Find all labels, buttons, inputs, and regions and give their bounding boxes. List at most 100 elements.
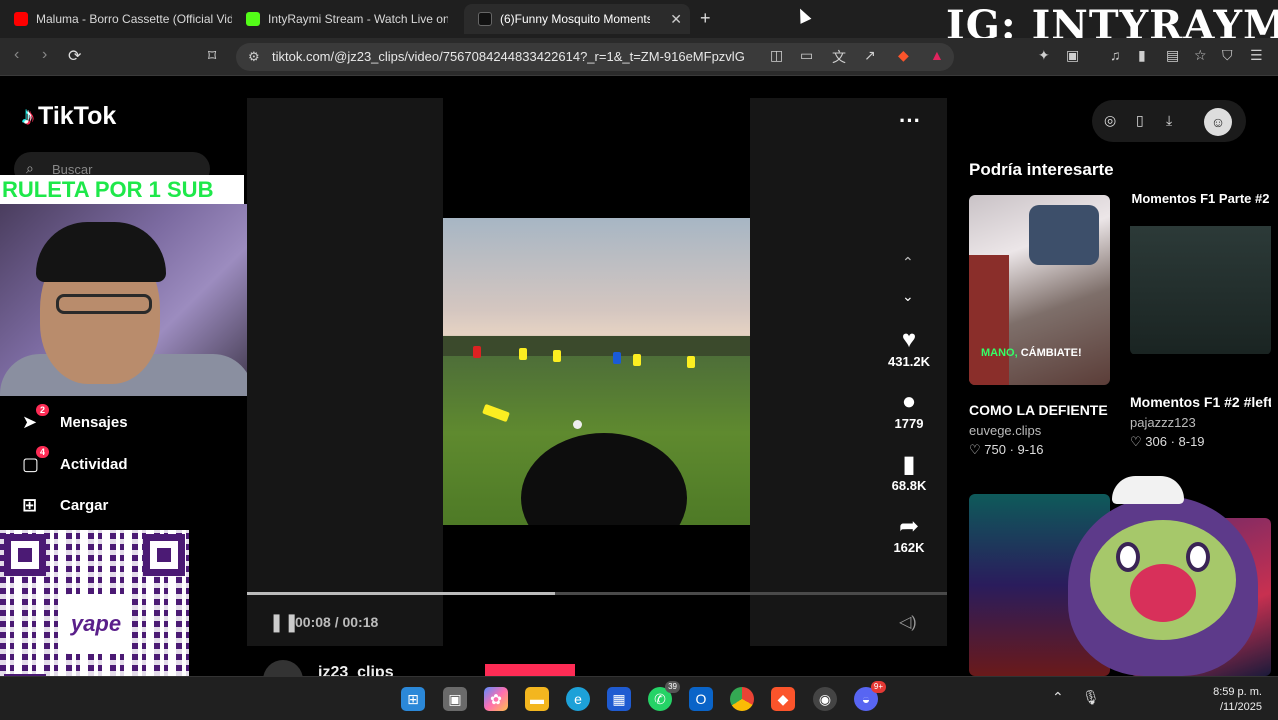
sidebar-item-actividad[interactable]: ▢ 4 Actividad [22, 445, 128, 476]
suggestion-author[interactable]: pajazzz123 [1130, 415, 1271, 430]
coin-icon[interactable]: ◎ [1104, 112, 1116, 129]
avatar[interactable]: ☺ [1204, 108, 1232, 136]
comment-icon: ● [901, 388, 917, 415]
media-icon[interactable]: ♫ [1110, 47, 1121, 63]
chevron-up-icon[interactable]: ⌃ [902, 254, 914, 271]
save-button[interactable]: ▮ 68.8K [867, 450, 951, 493]
webcam-glasses [56, 294, 152, 314]
url-text[interactable]: tiktok.com/@jz23_clips/video/75670842448… [272, 49, 745, 64]
phone-icon[interactable]: ▯ [1136, 112, 1144, 129]
brave-shield-icon[interactable]: ◆ [898, 47, 909, 64]
comment-button[interactable]: ● 1779 [867, 388, 951, 431]
microphone-icon[interactable]: 🎙︎ [1082, 689, 1100, 706]
wallet-icon[interactable]: ▣ [1066, 47, 1079, 64]
tiktok-logo[interactable]: ♪ TikTok [22, 102, 116, 131]
collections-icon[interactable]: ▤ [1166, 47, 1179, 64]
webcam-hair [36, 222, 166, 282]
tab-youtube[interactable]: Maluma - Borro Cassette (Official Vid [0, 4, 232, 34]
reader-icon[interactable]: ◫ [770, 47, 783, 64]
suggestion-title[interactable]: Momentos F1 #2 #left4dead2 #F1... [1130, 391, 1271, 413]
rewards-icon[interactable]: ▲ [930, 47, 944, 63]
video-player-fallen [482, 403, 510, 423]
streamer-mascot [1068, 476, 1258, 696]
chrome-icon[interactable] [730, 687, 754, 711]
extensions-icon[interactable]: ✦ [1038, 47, 1050, 64]
tab-label: IntyRaymi Stream - Watch Live on [268, 12, 448, 26]
inbox-icon: ▢ 4 [22, 445, 50, 475]
windows-start-icon[interactable]: ⊞ [401, 687, 425, 711]
favorites-icon[interactable]: ☆ [1194, 47, 1207, 64]
tab-tiktok[interactable]: (6)Funny Mosquito Moments ✕ [464, 4, 690, 34]
tray-chevron-icon[interactable]: ⌃ [1052, 689, 1064, 706]
copilot-icon[interactable]: ✿ [484, 687, 508, 711]
suggestion-card[interactable]: Momentos F1 Parte #2 Momentos F1 #2 #lef… [1130, 190, 1271, 450]
forward-icon[interactable]: › [42, 46, 47, 64]
edge-icon[interactable]: e [566, 687, 590, 711]
video-player-figure [519, 348, 527, 360]
tiktok-icon [478, 12, 492, 26]
system-clock[interactable]: 8:59 p. m. /11/2025 [1200, 685, 1262, 715]
file-explorer-icon[interactable]: ▬ [525, 687, 549, 711]
back-icon[interactable]: ‹ [14, 46, 19, 64]
vpn-icon[interactable]: ⛉ [1222, 47, 1233, 64]
sidebar-item-mensajes[interactable]: ➤ 2 Mensajes [22, 403, 128, 434]
chevron-down-icon[interactable]: ⌄ [902, 288, 914, 305]
qr-finder [143, 534, 185, 576]
mascot-eye [1116, 542, 1140, 572]
volume-icon[interactable]: ◁) [899, 612, 917, 632]
suggestion-thumbnail[interactable]: Momentos F1 Parte #2 [1130, 190, 1271, 355]
brave-icon[interactable]: ◆ [771, 687, 795, 711]
sidebar-item-label: Actividad [60, 455, 128, 473]
tab-label: Maluma - Borro Cassette (Official Vid [36, 12, 232, 26]
new-tab-button[interactable]: + [700, 8, 711, 29]
comment-count: 1779 [894, 416, 924, 431]
tab-kick[interactable]: IntyRaymi Stream - Watch Live on [232, 4, 462, 34]
obs-icon[interactable]: ◉ [813, 687, 837, 711]
notification-badge: 39 [665, 681, 680, 693]
thumb-cloth [1029, 205, 1099, 265]
sidebar-item-label: Cargar [60, 496, 109, 514]
suggestion-title[interactable]: COMO LA DEFIENTE (QUEMÉ)... [969, 399, 1110, 421]
save-count: 68.8K [891, 478, 927, 493]
suggestion-thumbnail[interactable]: MANO, CÁMBIATE! [969, 195, 1110, 385]
video-player-figure [553, 350, 561, 362]
site-settings-icon[interactable]: ⚙ [248, 49, 260, 65]
discord-icon[interactable]: ◒ 9+ [854, 681, 886, 711]
translate-icon[interactable]: 文 [832, 47, 846, 67]
thumb-caption: MANO, CÁMBIATE! [981, 347, 1082, 359]
task-view-icon[interactable]: ▣ [443, 687, 467, 711]
mascot-hat [1112, 476, 1184, 504]
suggestion-card[interactable]: MANO, CÁMBIATE! COMO LA DEFIENTE (QUEMÉ)… [969, 195, 1110, 458]
outlook-icon[interactable]: O [689, 687, 713, 711]
video-frame[interactable] [443, 218, 750, 525]
webcam-overlay [0, 204, 253, 396]
clock-date: /11/2025 [1219, 701, 1262, 713]
share-arrow-icon: ➦ [898, 513, 920, 540]
whatsapp-icon[interactable]: ✆ 39 [648, 681, 680, 711]
bookmark-icon[interactable]: ⌑ [208, 46, 216, 66]
video-player[interactable]: ··· ⌃ ⌄ ♥ 431.2K ● 1779 ▮ 68.8K ➦ 162K ❚… [247, 98, 947, 646]
close-icon[interactable]: ✕ [670, 11, 682, 28]
suggestion-author[interactable]: euvege.clips [969, 423, 1110, 438]
sidebar-item-cargar[interactable]: ⊞ Cargar [22, 493, 108, 517]
tab-label: (6)Funny Mosquito Moments [500, 12, 650, 26]
thumb-game-scene [1130, 226, 1271, 354]
like-button[interactable]: ♥ 431.2K [867, 326, 951, 369]
qr-finder [4, 534, 46, 576]
share-icon[interactable]: ↗ [864, 47, 876, 64]
sidebar-icon[interactable]: ▮ [1138, 47, 1146, 64]
menu-icon[interactable]: ☰ [1250, 47, 1263, 64]
more-options-icon[interactable]: ··· [899, 108, 921, 134]
tiktok-note-icon: ♪ [22, 102, 34, 130]
address-bar[interactable]: ⚙ tiktok.com/@jz23_clips/video/756708424… [236, 43, 954, 71]
download-icon[interactable]: ⤓ [1166, 112, 1172, 129]
tiktok-page: ♪ TikTok ⌕ Buscar RULETA POR 1 SUB ➤ 2 Me… [0, 76, 1278, 720]
share-button[interactable]: ➦ 162K [867, 512, 951, 555]
store-icon[interactable]: ▦ [607, 687, 631, 711]
youtube-icon [14, 12, 28, 26]
cast-icon[interactable]: ▭ [800, 47, 813, 64]
video-progress-bar[interactable] [247, 592, 947, 595]
mascot-eye [1186, 542, 1210, 572]
video-player-figure [633, 354, 641, 366]
reload-icon[interactable]: ⟳ [68, 46, 81, 66]
